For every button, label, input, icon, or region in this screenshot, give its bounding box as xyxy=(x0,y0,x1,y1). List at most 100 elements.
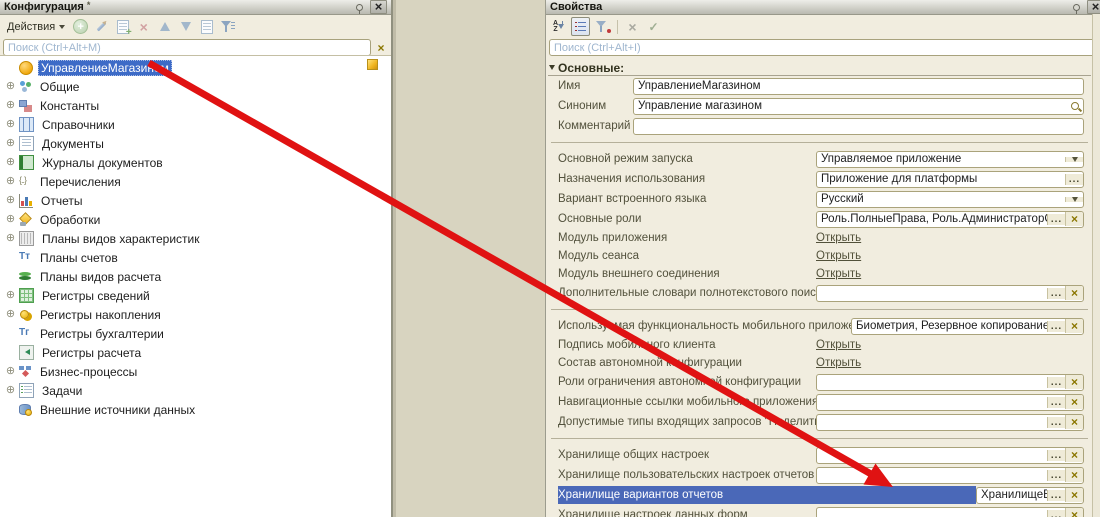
property-value-field[interactable]: Управление магазином xyxy=(633,98,1084,115)
choose-button[interactable]: ... xyxy=(1047,417,1065,428)
property-value-field[interactable]: ...× xyxy=(816,394,1084,411)
expand-icon[interactable]: ⊕ xyxy=(4,138,17,149)
property-value-field[interactable]: Биометрия, Резервное копирование...× xyxy=(851,318,1084,335)
tree-item[interactable]: ⊕Журналы документов xyxy=(0,153,391,172)
open-link[interactable]: Открыть xyxy=(816,357,861,369)
property-value-field[interactable]: ...× xyxy=(816,447,1084,464)
expand-icon[interactable]: ⊕ xyxy=(4,366,17,377)
open-link[interactable]: Открыть xyxy=(816,339,861,351)
tree-item[interactable]: ⊕Планы видов характеристик xyxy=(0,229,391,248)
tree-item[interactable]: ⊕Задачи xyxy=(0,381,391,400)
expand-icon[interactable]: ⊕ xyxy=(4,214,17,225)
property-value-field[interactable]: УправлениеМагазином xyxy=(633,78,1084,95)
expand-icon[interactable]: ⊕ xyxy=(4,119,17,130)
tree-item[interactable]: Планы счетов xyxy=(0,248,391,267)
tree-item[interactable]: Внешние источники данных xyxy=(0,400,391,419)
expand-icon[interactable]: ⊕ xyxy=(4,385,17,396)
property-value-field[interactable]: Роль.ПолныеПрава, Роль.АдминистраторСис.… xyxy=(816,211,1084,228)
property-value-field[interactable]: Приложение для платформы... xyxy=(816,171,1084,188)
expand-icon[interactable]: ⊕ xyxy=(4,233,17,244)
dropdown-button[interactable] xyxy=(1065,197,1083,202)
property-value-field[interactable]: ...× xyxy=(816,467,1084,484)
group-header[interactable]: Основные: xyxy=(548,60,1091,76)
delete-button[interactable]: × xyxy=(135,18,152,35)
edit-button[interactable] xyxy=(93,18,110,35)
clear-value-button[interactable]: × xyxy=(1065,395,1083,409)
sort-alphabetical-button[interactable]: AZ xyxy=(550,18,567,35)
property-value-field[interactable]: Русский xyxy=(816,191,1084,208)
choose-button[interactable]: ... xyxy=(1047,288,1065,299)
pin-icon[interactable] xyxy=(1073,4,1080,11)
property-value-field[interactable]: ХранилищеВариантовОтчетов...× xyxy=(976,487,1084,504)
clear-value-button[interactable]: × xyxy=(1065,468,1083,482)
clear-value-button[interactable]: × xyxy=(1065,319,1083,333)
property-value-field[interactable]: ...× xyxy=(816,374,1084,391)
open-object-button[interactable] xyxy=(198,18,215,35)
tree-item[interactable]: ⊕Отчеты xyxy=(0,191,391,210)
expand-icon[interactable]: ⊕ xyxy=(4,157,17,168)
actions-menu-button[interactable]: Действия xyxy=(4,20,68,34)
choose-button[interactable]: ... xyxy=(1065,174,1083,185)
tree-item[interactable]: Планы видов расчета xyxy=(0,267,391,286)
open-link[interactable]: Открыть xyxy=(816,232,861,244)
filter-button[interactable] xyxy=(219,18,236,35)
tree-item[interactable]: ⊕Бизнес-процессы xyxy=(0,362,391,381)
display-by-categories-button[interactable] xyxy=(571,17,590,36)
tree-item[interactable]: Регистры расчета xyxy=(0,343,391,362)
open-link[interactable]: Открыть xyxy=(816,250,861,262)
expand-icon[interactable]: ⊕ xyxy=(4,100,17,111)
close-panel-button[interactable]: × xyxy=(370,0,387,14)
choose-button[interactable]: ... xyxy=(1047,470,1065,481)
clear-value-button[interactable]: × xyxy=(1065,286,1083,300)
choose-button[interactable]: ... xyxy=(1047,490,1065,501)
clear-value-button[interactable]: × xyxy=(1065,488,1083,502)
property-value-field[interactable] xyxy=(633,118,1084,135)
choose-button[interactable]: ... xyxy=(1047,397,1065,408)
clear-button[interactable]: × xyxy=(624,18,641,35)
tree-item-label: УправлениеМагазином xyxy=(38,60,172,76)
property-value-field[interactable]: ...× xyxy=(816,507,1084,517)
tree-item[interactable]: ⊕Обработки xyxy=(0,210,391,229)
move-up-button[interactable] xyxy=(156,18,173,35)
expand-icon[interactable]: ⊕ xyxy=(4,195,17,206)
pin-icon[interactable] xyxy=(356,4,363,11)
move-down-button[interactable] xyxy=(177,18,194,35)
search-clear-button[interactable]: × xyxy=(374,41,388,55)
tree-item[interactable]: ⊕Регистры накопления xyxy=(0,305,391,324)
clear-value-button[interactable]: × xyxy=(1065,448,1083,462)
clear-value-button[interactable]: × xyxy=(1065,212,1083,226)
config-search-input[interactable] xyxy=(3,39,371,56)
clear-value-button[interactable]: × xyxy=(1065,415,1083,429)
tree-item[interactable]: ⊕Общие xyxy=(0,77,391,96)
tree-item[interactable]: УправлениеМагазином xyxy=(0,58,391,77)
choose-button[interactable]: ... xyxy=(1047,321,1065,332)
add-button[interactable]: + xyxy=(72,18,89,35)
tree-item[interactable]: ⊕Регистры сведений xyxy=(0,286,391,305)
close-panel-button[interactable]: × xyxy=(1087,0,1100,14)
tree-item[interactable]: ⊕Константы xyxy=(0,96,391,115)
expand-icon[interactable]: ⊕ xyxy=(4,290,17,301)
tree-item[interactable]: ⊕Справочники xyxy=(0,115,391,134)
choose-button[interactable]: ... xyxy=(1047,214,1065,225)
choose-button[interactable]: ... xyxy=(1047,450,1065,461)
clear-value-button[interactable]: × xyxy=(1065,508,1083,517)
property-value-field[interactable]: Управляемое приложение xyxy=(816,151,1084,168)
choose-button[interactable]: ... xyxy=(1047,377,1065,388)
expand-icon[interactable]: ⊕ xyxy=(4,309,17,320)
clear-value-button[interactable]: × xyxy=(1065,375,1083,389)
show-only-changed-button[interactable] xyxy=(594,18,611,35)
expand-icon[interactable]: ⊕ xyxy=(4,81,17,92)
scrollbar[interactable] xyxy=(1092,14,1100,517)
tree-item[interactable]: Регистры бухгалтерии xyxy=(0,324,391,343)
open-link[interactable]: Открыть xyxy=(816,268,861,280)
property-value-field[interactable]: ...× xyxy=(816,414,1084,431)
expand-icon[interactable]: ⊕ xyxy=(4,176,17,187)
property-value-field[interactable]: ...× xyxy=(816,285,1084,302)
apply-button[interactable]: ✓ xyxy=(645,18,662,35)
tree-item[interactable]: ⊕Документы xyxy=(0,134,391,153)
properties-search-input[interactable] xyxy=(549,39,1098,56)
choose-button[interactable]: ... xyxy=(1047,510,1065,517)
dropdown-button[interactable] xyxy=(1065,157,1083,162)
copy-button[interactable] xyxy=(114,18,131,35)
tree-item[interactable]: ⊕Перечисления xyxy=(0,172,391,191)
